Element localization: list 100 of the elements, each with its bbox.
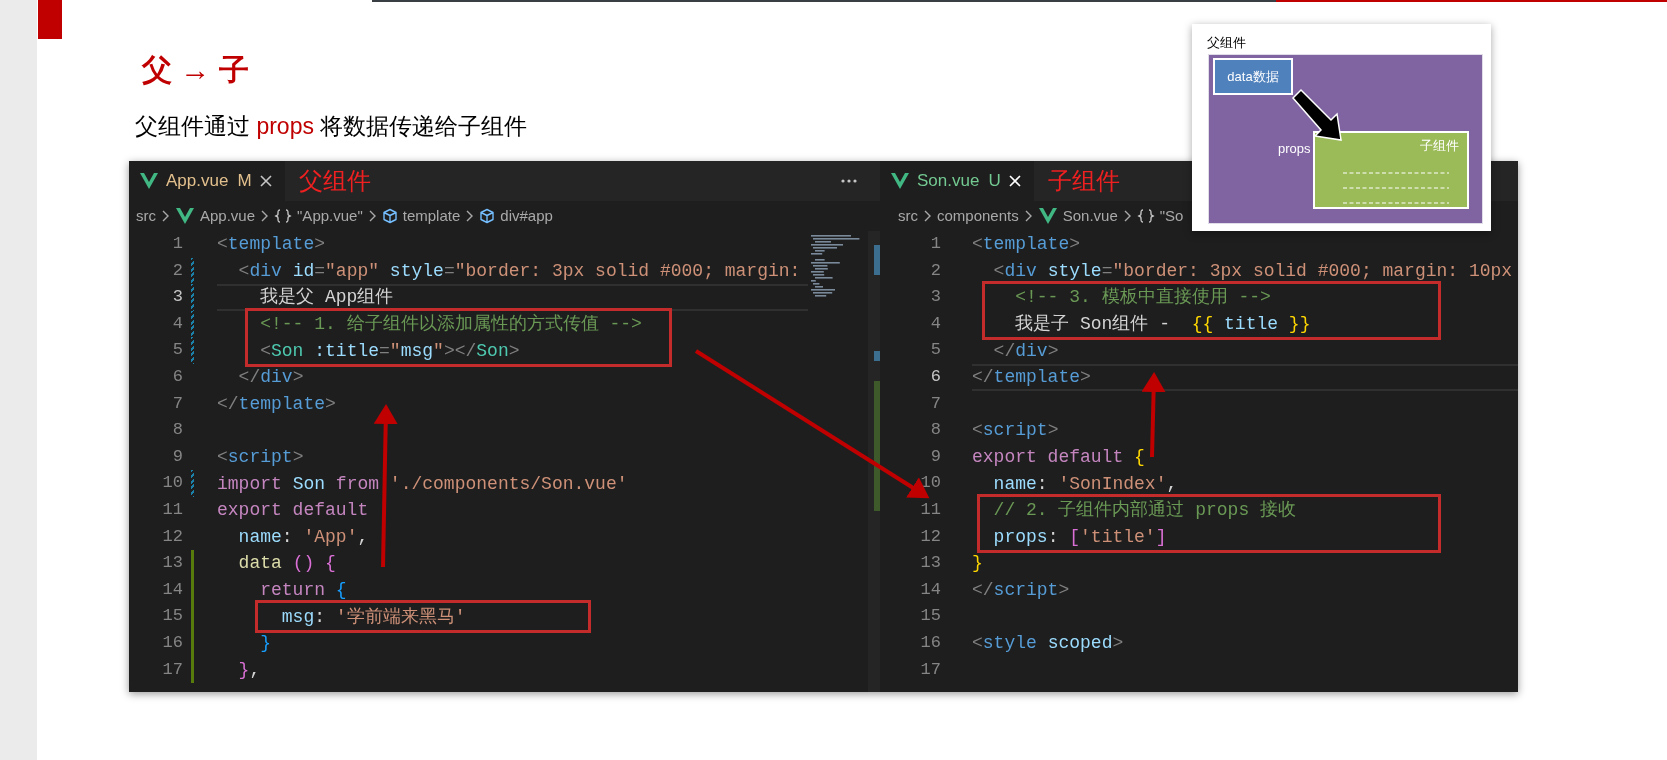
- vue-icon: [890, 171, 910, 191]
- data-box: data数据: [1213, 58, 1293, 95]
- code-line: export default: [217, 499, 369, 522]
- line-number: 3: [929, 286, 941, 309]
- line-number: 5: [171, 339, 183, 362]
- line-number: 14: [161, 578, 183, 601]
- line-number: 1: [929, 233, 941, 255]
- close-icon[interactable]: [258, 174, 273, 188]
- breadcrumb-item[interactable]: components: [937, 204, 1019, 228]
- line-number: 8: [929, 419, 941, 442]
- braces-icon: [274, 208, 293, 224]
- code-line: <template>: [217, 233, 326, 256]
- line-number: 8: [171, 419, 183, 442]
- child-box-label: 子组件: [1420, 137, 1459, 155]
- breadcrumb-item[interactable]: src: [136, 204, 156, 228]
- cube-icon: [479, 208, 496, 224]
- editor-tab[interactable]: App.vue M: [129, 161, 285, 201]
- line-number: 6: [171, 365, 183, 388]
- line-number: 7: [171, 392, 183, 415]
- accent-block: [38, 0, 62, 39]
- line-number: 2: [171, 259, 183, 282]
- props-label: props: [1278, 140, 1311, 158]
- line-number: 4: [171, 312, 183, 335]
- line-number: 14: [919, 578, 941, 601]
- line-number: 7: [929, 392, 941, 415]
- line-number: 16: [919, 631, 941, 654]
- code-line: </div>: [992, 339, 1059, 362]
- line-number: 10: [161, 472, 183, 495]
- code-line: <!-- 3. 模板中直接使用 -->: [1014, 286, 1271, 309]
- code-line: <Son :title="msg"></Son>: [259, 339, 520, 362]
- editor-tab[interactable]: Son.vue U: [880, 161, 1034, 201]
- line-number: 17: [919, 658, 941, 681]
- code-line: props: ['title']: [992, 525, 1167, 548]
- line-number: 1: [171, 233, 183, 255]
- line-number: 6: [929, 365, 941, 388]
- vue-icon: [1037, 206, 1058, 226]
- line-number: 5: [929, 339, 941, 362]
- line-number: 11: [919, 498, 941, 521]
- code-line: 我是子 Son组件 - {{ title }}: [1014, 313, 1311, 336]
- cube-icon: [381, 208, 398, 224]
- code-line: },: [237, 658, 261, 681]
- code-line: // 2. 子组件内部通过 props 接收: [992, 499, 1297, 522]
- annotation-label: 子组件: [1047, 166, 1120, 196]
- code-line: msg: '学前端来黑马': [280, 605, 466, 628]
- chevron-icon: [465, 209, 475, 223]
- breadcrumb-item[interactable]: "So: [1159, 204, 1184, 228]
- code-line: data () {: [237, 552, 336, 575]
- annotation-label: 父组件: [298, 166, 371, 196]
- slide-subtitle: 父组件通过 props 将数据传递给子组件: [135, 112, 528, 141]
- code-line: </div>: [237, 366, 304, 389]
- line-number: 4: [929, 312, 941, 335]
- breadcrumb-item[interactable]: src: [898, 204, 918, 228]
- code-line: </template>: [972, 366, 1091, 389]
- vue-icon: [139, 171, 159, 191]
- code-line: <!-- 1. 给子组件以添加属性的方式传值 -->: [259, 313, 642, 336]
- line-number: 9: [929, 445, 941, 468]
- code-line: 我是父 App组件: [259, 286, 394, 309]
- code-line: name: 'App',: [237, 525, 369, 548]
- code-line: <template>: [972, 233, 1081, 256]
- braces-icon: [1136, 208, 1155, 224]
- breadcrumb-item[interactable]: template: [402, 204, 461, 228]
- chevron-icon: [1023, 209, 1033, 223]
- code-line: <style scoped>: [972, 632, 1124, 655]
- more-icon[interactable]: [840, 178, 858, 184]
- code-line: <div style="border: 3px solid #000; margin: 10px: [992, 259, 1513, 282]
- code-line: <script>: [972, 419, 1059, 442]
- breadcrumb-item[interactable]: App.vue: [200, 204, 256, 228]
- breadcrumb-item[interactable]: "App.vue": [297, 204, 363, 228]
- line-number: 12: [919, 525, 941, 548]
- line-number: 9: [171, 445, 183, 468]
- line-number: 17: [161, 658, 183, 681]
- code-line: return {: [259, 579, 347, 601]
- line-number: 10: [919, 472, 941, 495]
- line-number: 13: [919, 552, 941, 575]
- chevron-icon: [1122, 209, 1132, 223]
- breadcrumb-item[interactable]: Son.vue: [1062, 204, 1118, 228]
- diagram-title: 父组件: [1207, 34, 1246, 52]
- code-line: import Son from './components/Son.vue': [217, 472, 628, 495]
- vue-icon: [175, 206, 195, 226]
- code-line: <script>: [217, 446, 304, 469]
- line-number: 15: [161, 605, 183, 628]
- code-line: name: 'SonIndex',: [992, 472, 1178, 495]
- chevron-icon: [260, 209, 270, 223]
- chevron-icon: [161, 209, 170, 223]
- line-number: 13: [161, 552, 183, 575]
- code-line: }: [259, 632, 271, 655]
- chevron-icon: [923, 209, 932, 223]
- code-line: }: [972, 552, 983, 575]
- line-number: 11: [161, 498, 183, 521]
- code-line: </script>: [972, 579, 1070, 601]
- breadcrumb-item[interactable]: div#app: [500, 204, 553, 228]
- code-line: <div id="app" style="border: 3px solid #000; margin:: [237, 259, 801, 282]
- code-line: export default {: [972, 446, 1145, 469]
- line-number: 12: [161, 525, 183, 548]
- line-number: 15: [919, 605, 941, 628]
- line-number: 3: [171, 286, 183, 309]
- line-number: 16: [161, 631, 183, 654]
- code-line: </template>: [217, 392, 336, 415]
- chevron-icon: [367, 209, 377, 223]
- slide-title: 父 → 子: [142, 52, 249, 88]
